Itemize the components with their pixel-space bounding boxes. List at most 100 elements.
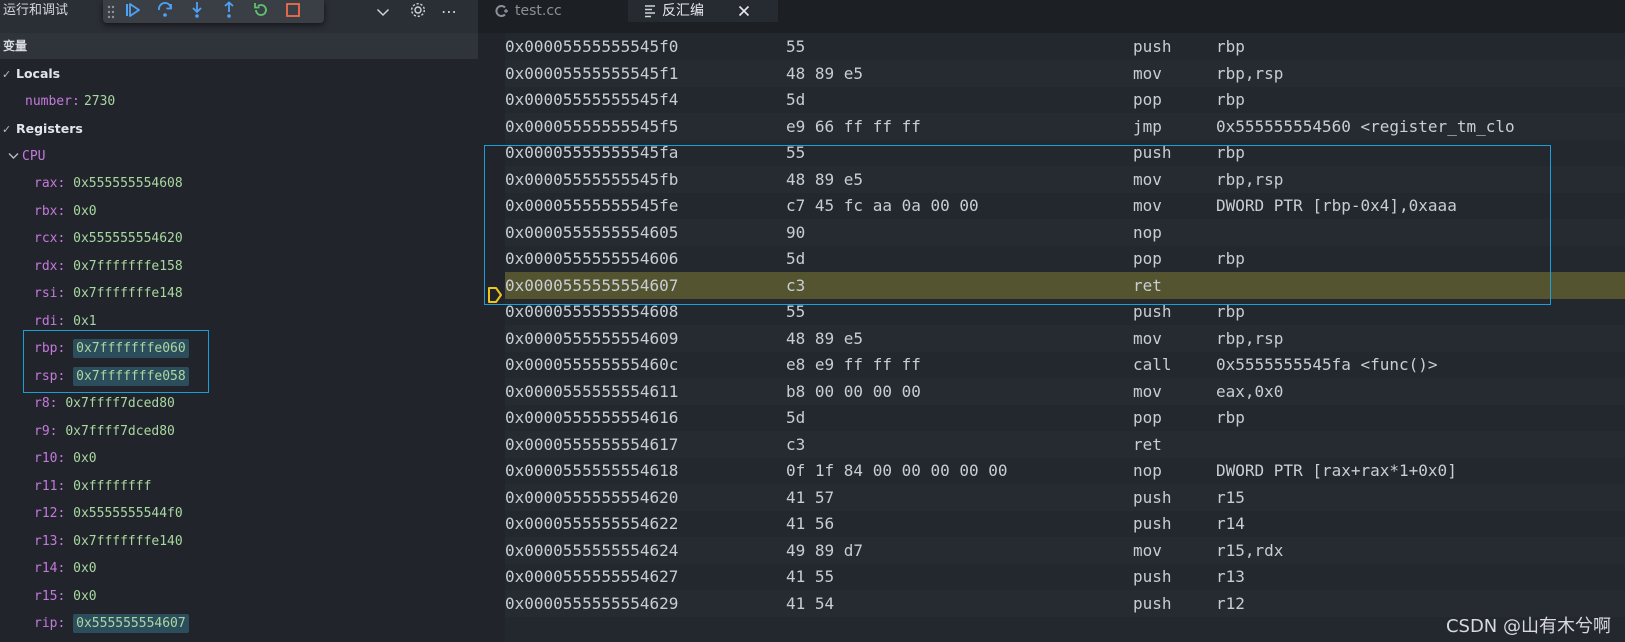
instruction-mnemonic: call	[1133, 355, 1172, 374]
more-actions-button[interactable]: ⋯	[436, 0, 462, 23]
instruction-bytes: 49 89 d7	[786, 540, 864, 560]
current-instruction-arrow-icon	[487, 286, 503, 304]
continue-button[interactable]	[117, 0, 149, 23]
variables-section-header[interactable]: 变量	[0, 33, 478, 59]
register-value: 0x7ffff7dced80	[65, 396, 175, 411]
instruction-bytes: 5d	[786, 408, 806, 427]
variable-value: 2730	[83, 93, 116, 109]
step-into-icon	[189, 1, 205, 23]
instruction-bytes: e9 66 ff ff ff	[786, 116, 921, 136]
register-value: 0x7fffffffe140	[73, 533, 183, 549]
step-over-button[interactable]	[149, 0, 181, 23]
tab-disassembly[interactable]: 反汇编	[628, 0, 778, 22]
instruction-operands: 0x555555554560 <register_tm_clo	[1216, 116, 1515, 136]
disassembly-row[interactable]: 0x0000555555554609 48 89 e5 mov rbp,rsp	[505, 324, 1625, 352]
instruction-operands: r14	[1216, 514, 1245, 533]
register-row-r13[interactable]: r13: 0x7fffffffe140	[0, 528, 478, 556]
cpp-file-icon	[495, 4, 509, 18]
instruction-mnemonic: jmp	[1133, 116, 1162, 136]
disassembly-row[interactable]: 0x0000555555554622 41 56 push r14	[505, 510, 1625, 538]
instruction-bytes: e8 e9 ff ff ff	[786, 355, 921, 374]
instruction-mnemonic: mov	[1133, 63, 1162, 83]
settings-button[interactable]	[405, 0, 431, 23]
instruction-address: 0x00005555555545f4	[505, 90, 679, 109]
toolbar-grip-icon[interactable]	[103, 0, 117, 23]
ellipsis-icon: ⋯	[441, 2, 457, 21]
debug-config-select[interactable]	[324, 0, 394, 23]
instruction-operands: rbp,rsp	[1216, 328, 1284, 348]
cpu-group[interactable]: CPU	[0, 143, 478, 171]
step-into-button[interactable]	[181, 0, 213, 23]
variable-number[interactable]: number: 2730	[0, 88, 478, 116]
instruction-mnemonic: push	[1133, 567, 1172, 586]
instruction-operands: r15,rdx	[1216, 540, 1284, 560]
instruction-bytes: 41 54	[786, 593, 835, 613]
register-row-rip[interactable]: rip: 0x555555554607	[0, 610, 478, 638]
instruction-address: 0x00005555555545f5	[505, 116, 679, 136]
instruction-address: 0x0000555555554629	[505, 593, 679, 613]
disassembly-row[interactable]: 0x000055555555460c e8 e9 ff ff ff call 0x55…	[505, 351, 1625, 379]
instruction-bytes: 48 89 e5	[786, 328, 864, 348]
register-row-rsi[interactable]: rsi: 0x7fffffffe148	[0, 280, 478, 308]
register-row-rax[interactable]: rax: 0x555555554608	[0, 170, 478, 198]
disassembly-row[interactable]: 0x00005555555545f1 48 89 e5 mov rbp,rsp	[505, 59, 1625, 87]
register-row-r8[interactable]: r8: 0x7ffff7dced80	[0, 390, 478, 418]
disassembly-row[interactable]: 0x0000555555554624 49 89 d7 mov r15,rdx	[505, 536, 1625, 564]
instruction-bytes: 55	[786, 37, 806, 56]
instruction-operands: 0x5555555545fa <func()>	[1216, 355, 1438, 374]
register-value: 0x7fffffffe158	[73, 258, 183, 274]
register-value: 0xffffffff	[73, 478, 152, 494]
instruction-bytes: b8 00 00 00 00	[786, 381, 921, 401]
chevron-down-icon	[376, 2, 390, 21]
disassembly-row[interactable]: 0x00005555555545f0 55 push rbp	[505, 33, 1625, 61]
register-row-rbx[interactable]: rbx: 0x0	[0, 198, 478, 226]
disassembly-row[interactable]: 0x0000555555554611 b8 00 00 00 00 mov eax,0…	[505, 377, 1625, 405]
instruction-operands: r15	[1216, 487, 1245, 507]
register-row-r10[interactable]: r10: 0x0	[0, 445, 478, 473]
instruction-address: 0x00005555555545f0	[505, 37, 679, 56]
function-highlight-box	[484, 145, 1551, 305]
close-icon[interactable]	[738, 5, 750, 17]
register-row-r11[interactable]: r11: 0xffffffff	[0, 473, 478, 501]
register-value: 0x5555555544f0	[73, 506, 183, 521]
instruction-mnemonic: push	[1133, 593, 1172, 613]
instruction-bytes: c3	[786, 434, 806, 454]
disassembly-row[interactable]: 0x00005555555545f4 5d pop rbp	[505, 86, 1625, 114]
register-row-r12[interactable]: r12: 0x5555555544f0	[0, 500, 478, 528]
disassembly-row[interactable]: 0x0000555555554627 41 55 push r13	[505, 563, 1625, 591]
register-row-rcx[interactable]: rcx: 0x555555554620	[0, 225, 478, 253]
instruction-address: 0x0000555555554617	[505, 434, 679, 454]
disassembly-row[interactable]: 0x0000555555554618 0f 1f 84 00 00 00 00 0…	[505, 457, 1625, 485]
disassembly-row[interactable]: 0x0000555555554617 c3 ret	[505, 430, 1625, 458]
instruction-bytes: 41 57	[786, 487, 835, 507]
cpu-label: CPU	[22, 148, 46, 164]
registers-scope[interactable]: ✓ Registers	[0, 115, 478, 143]
gear-icon	[409, 1, 427, 23]
register-name: rdx	[34, 258, 58, 274]
register-name: r11	[34, 478, 58, 494]
instruction-mnemonic: push	[1133, 514, 1172, 533]
register-row-rdx[interactable]: rdx: 0x7fffffffe158	[0, 253, 478, 281]
disassembly-row[interactable]: 0x0000555555554616 5d pop rbp	[505, 404, 1625, 432]
continue-icon	[124, 2, 142, 22]
instruction-mnemonic: push	[1133, 487, 1172, 507]
variable-name: number	[25, 93, 72, 109]
restart-button[interactable]	[245, 0, 277, 23]
instruction-address: 0x0000555555554618	[505, 461, 679, 480]
register-value: 0x0	[73, 203, 97, 219]
disassembly-row[interactable]: 0x00005555555545f5 e9 66 ff ff ff jmp 0x555…	[505, 112, 1625, 140]
instruction-mnemonic: pop	[1133, 90, 1162, 109]
register-row-r14[interactable]: r14: 0x0	[0, 555, 478, 583]
disassembly-row[interactable]: 0x0000555555554620 41 57 push r15	[505, 483, 1625, 511]
instruction-operands: rbp	[1216, 90, 1245, 109]
register-row-r15[interactable]: r15: 0x0	[0, 583, 478, 611]
breakpoint-gutter[interactable]	[478, 33, 505, 642]
tab-test-cc[interactable]: test.cc	[478, 0, 626, 22]
step-out-button[interactable]	[213, 0, 245, 23]
register-row-r9[interactable]: r9: 0x7ffff7dced80	[0, 418, 478, 446]
stop-icon	[285, 2, 301, 22]
stop-button[interactable]	[277, 0, 309, 23]
locals-scope[interactable]: ✓ Locals	[0, 60, 478, 88]
tab-label: 反汇编	[662, 3, 704, 19]
disassembly-view[interactable]: 0x00005555555545f0 55 push rbp 0x00005555555…	[478, 33, 1625, 642]
